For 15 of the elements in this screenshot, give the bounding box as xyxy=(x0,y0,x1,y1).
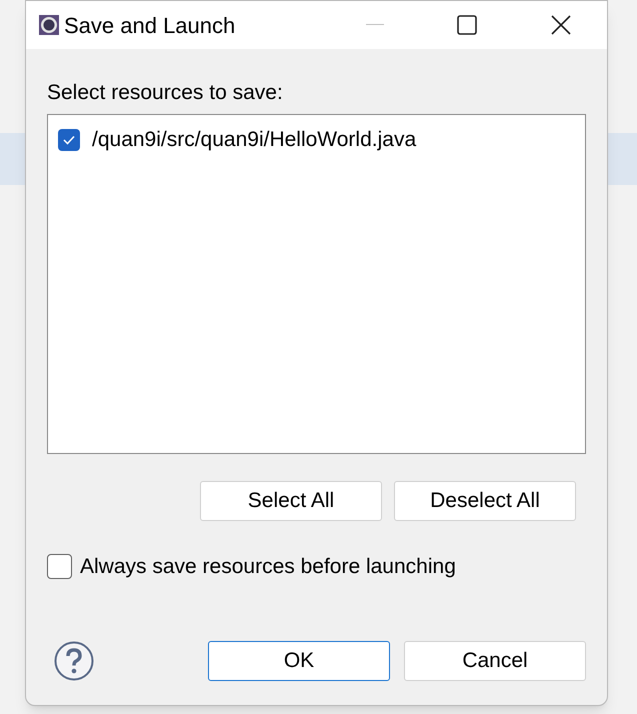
checkbox[interactable] xyxy=(47,554,72,580)
checkbox-label[interactable]: Always save resources before launching xyxy=(80,551,456,582)
dialog-button[interactable]: OK xyxy=(208,640,390,680)
close-icon[interactable] xyxy=(551,15,571,35)
dialog-button[interactable]: Cancel xyxy=(404,640,586,680)
selection-button[interactable]: Deselect All xyxy=(394,481,576,521)
resource-path: /quan9i/src/quan9i/HelloWorld.java xyxy=(92,127,416,153)
checkmark-icon xyxy=(63,134,75,145)
help-icon[interactable] xyxy=(54,640,94,680)
selection-button[interactable]: Select All xyxy=(200,481,382,521)
maximize-icon[interactable] xyxy=(457,15,477,35)
resource-list[interactable]: /quan9i/src/quan9i/HelloWorld.java xyxy=(47,114,586,454)
prompt-label: Select resources to save: xyxy=(47,80,284,106)
window-title: Save and Launch xyxy=(64,12,236,40)
checkbox[interactable] xyxy=(58,128,80,151)
